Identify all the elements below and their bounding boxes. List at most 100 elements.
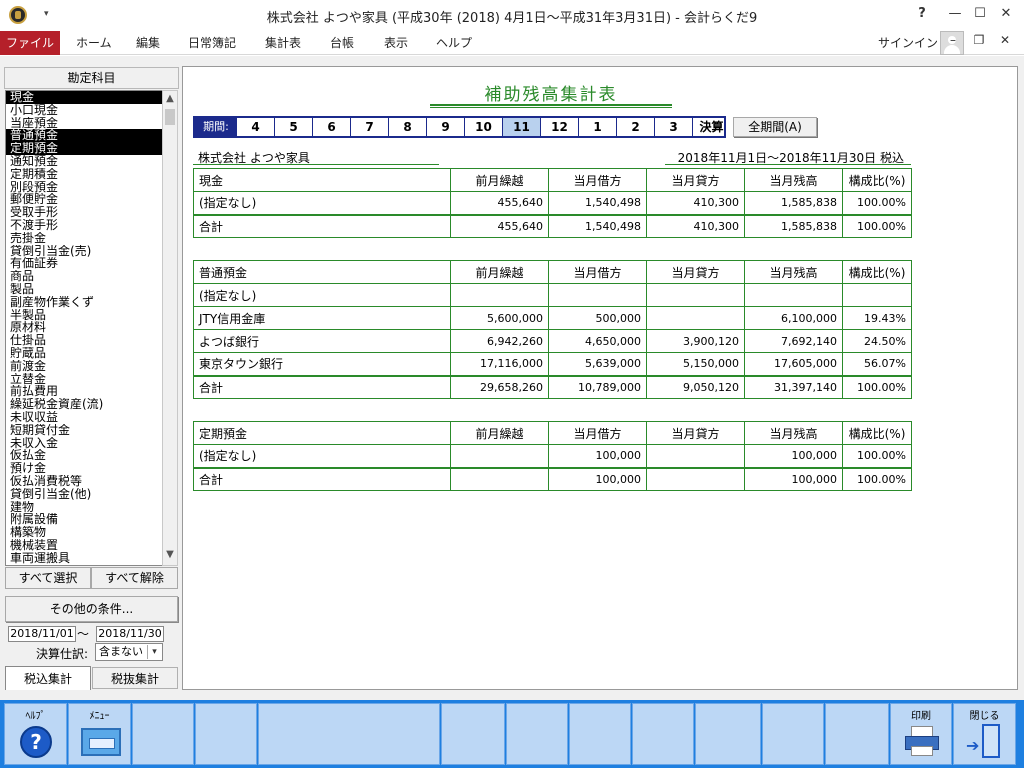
account-item[interactable]: 有価証券 (6, 257, 162, 270)
account-item[interactable]: 立替金 (6, 373, 162, 386)
account-item[interactable]: 定期積金 (6, 168, 162, 181)
minimize-button[interactable]: — (945, 6, 965, 24)
signin-link[interactable]: サインイン (878, 34, 938, 52)
account-item[interactable]: 売掛金 (6, 232, 162, 245)
table-row[interactable]: よつば銀行 6,942,260 4,650,000 3,900,120 7,692,14… (193, 329, 912, 353)
period-cell[interactable]: 決算 (693, 118, 730, 136)
function-key-empty[interactable] (132, 703, 194, 765)
tab-tax-excluded[interactable]: 税抜集計 (92, 667, 178, 689)
menu-edit[interactable]: 編集 (126, 31, 170, 55)
account-item[interactable]: 小口現金 (6, 104, 162, 117)
total-row[interactable]: 合計 100,000 100,000 100.00% (193, 466, 912, 491)
account-item[interactable]: 原材料 (6, 321, 162, 334)
period-cell[interactable]: 10 (465, 118, 503, 136)
help-question-button[interactable]: ? (912, 6, 932, 24)
other-conditions-button[interactable]: その他の条件... (5, 596, 178, 622)
period-cell[interactable]: 1 (579, 118, 617, 136)
account-item[interactable]: 貸倒引当金(他) (6, 488, 162, 501)
ribbon-restore-button[interactable]: ❐ (970, 33, 988, 47)
account-item[interactable]: 建物 (6, 501, 162, 514)
account-item[interactable]: 仮払金 (6, 449, 162, 462)
menu-ledger[interactable]: 台帳 (320, 31, 364, 55)
table-row[interactable]: 東京タウン銀行 17,116,000 5,639,000 5,150,000 17,60… (193, 352, 912, 376)
account-item[interactable]: 現金 (6, 91, 162, 104)
menu-summary[interactable]: 集計表 (255, 31, 311, 55)
period-cell[interactable]: 2 (617, 118, 655, 136)
maximize-button[interactable]: ☐ (970, 6, 990, 24)
function-key-empty[interactable] (762, 703, 824, 765)
account-item[interactable]: 副産物作業くず (6, 296, 162, 309)
period-cell[interactable]: 5 (275, 118, 313, 136)
account-item[interactable]: 商品 (6, 270, 162, 283)
account-list-scrollbar[interactable]: ▲ ▼ (162, 90, 178, 566)
scroll-thumb[interactable] (165, 109, 175, 125)
period-cell[interactable]: 7 (351, 118, 389, 136)
deselect-all-button[interactable]: すべて解除 (91, 567, 178, 589)
account-item[interactable]: 未収入金 (6, 437, 162, 450)
chevron-down-icon[interactable]: ▾ (147, 645, 161, 659)
account-item[interactable]: 普通預金 (6, 129, 162, 143)
period-cell[interactable]: 8 (389, 118, 427, 136)
account-item[interactable]: 別段預金 (6, 181, 162, 194)
table-row[interactable]: (指定なし) (193, 283, 912, 307)
period-cell[interactable]: 12 (541, 118, 579, 136)
account-item[interactable]: 構築物 (6, 526, 162, 539)
period-cell[interactable]: 9 (427, 118, 465, 136)
menu-daily-bookkeeping[interactable]: 日常簿記 (178, 31, 246, 55)
account-item[interactable]: 車両運搬具 (6, 552, 162, 565)
period-cell[interactable]: 6 (313, 118, 351, 136)
account-item[interactable]: 仕掛品 (6, 334, 162, 347)
table-row[interactable]: (指定なし) 455,640 1,540,498 410,300 1,585,838 10… (193, 191, 912, 215)
account-item[interactable]: 半製品 (6, 309, 162, 322)
total-row[interactable]: 合計 455,640 1,540,498 410,300 1,585,838 100.00… (193, 213, 912, 238)
tab-tax-included[interactable]: 税込集計 (5, 666, 91, 690)
account-item[interactable]: 貸倒引当金(売) (6, 245, 162, 258)
function-key-empty[interactable] (825, 703, 889, 765)
close-window-button[interactable]: ✕ (996, 6, 1016, 24)
function-key-empty[interactable] (441, 703, 505, 765)
period-cell[interactable]: 11 (503, 118, 541, 136)
account-item[interactable]: 繰延税金資産(流) (6, 398, 162, 411)
account-item[interactable]: 郵便貯金 (6, 193, 162, 206)
menu-help[interactable]: ヘルプ (426, 31, 482, 55)
print-button[interactable]: 印刷 (890, 703, 952, 765)
menu-view[interactable]: 表示 (374, 31, 418, 55)
account-item[interactable]: 附属設備 (6, 513, 162, 526)
function-key-empty[interactable] (195, 703, 257, 765)
table-row[interactable]: JTY信用金庫 5,600,000 500,000 6,100,000 19.43% (193, 306, 912, 330)
account-item[interactable]: 貯蔵品 (6, 347, 162, 360)
account-item[interactable]: 通知預金 (6, 155, 162, 168)
menu-home[interactable]: ホーム (66, 31, 122, 55)
table-row[interactable]: (指定なし) 100,000 100,000 100.00% (193, 444, 912, 468)
close-button[interactable]: 閉じる ➔ (953, 703, 1016, 765)
menu-file[interactable]: ファイル (0, 31, 60, 55)
account-item[interactable]: 機械装置 (6, 539, 162, 552)
function-key-empty[interactable] (695, 703, 761, 765)
account-item[interactable]: 当座預金 (6, 117, 162, 130)
account-item[interactable]: 短期貸付金 (6, 424, 162, 437)
total-row[interactable]: 合計 29,658,260 10,789,000 9,050,120 31,397,14… (193, 374, 912, 399)
account-list[interactable]: 現金 小口現金 当座預金 普通預金 定期預金 通知預金 定期積金 別段預金 郵便貯金 受取手形 不渡… (5, 90, 163, 566)
account-item[interactable]: 定期預金 (6, 142, 162, 155)
ribbon-minimize-button[interactable]: – (944, 33, 962, 47)
function-key-empty[interactable] (258, 703, 440, 765)
account-item[interactable]: 不渡手形 (6, 219, 162, 232)
scroll-down-icon[interactable]: ▼ (163, 549, 177, 563)
all-period-button[interactable]: 全期間(A) (733, 117, 817, 137)
account-item[interactable]: 仮払消費税等 (6, 475, 162, 488)
help-button[interactable]: ﾍﾙﾌﾟ ? (4, 703, 67, 765)
date-to-input[interactable]: 2018/11/30 (96, 626, 164, 642)
date-from-input[interactable]: 2018/11/01 (8, 626, 76, 642)
menu-button[interactable]: ﾒﾆｭｰ (68, 703, 131, 765)
account-item[interactable]: 受取手形 (6, 206, 162, 219)
ribbon-close-button[interactable]: ✕ (996, 33, 1014, 47)
account-item[interactable]: 未収収益 (6, 411, 162, 424)
scroll-up-icon[interactable]: ▲ (163, 93, 177, 107)
function-key-empty[interactable] (632, 703, 694, 765)
account-item[interactable]: 前払費用 (6, 385, 162, 398)
function-key-empty[interactable] (569, 703, 631, 765)
account-item[interactable]: 預け金 (6, 462, 162, 475)
account-item[interactable]: 前渡金 (6, 360, 162, 373)
period-cell[interactable]: 4 (237, 118, 275, 136)
function-key-empty[interactable] (506, 703, 568, 765)
